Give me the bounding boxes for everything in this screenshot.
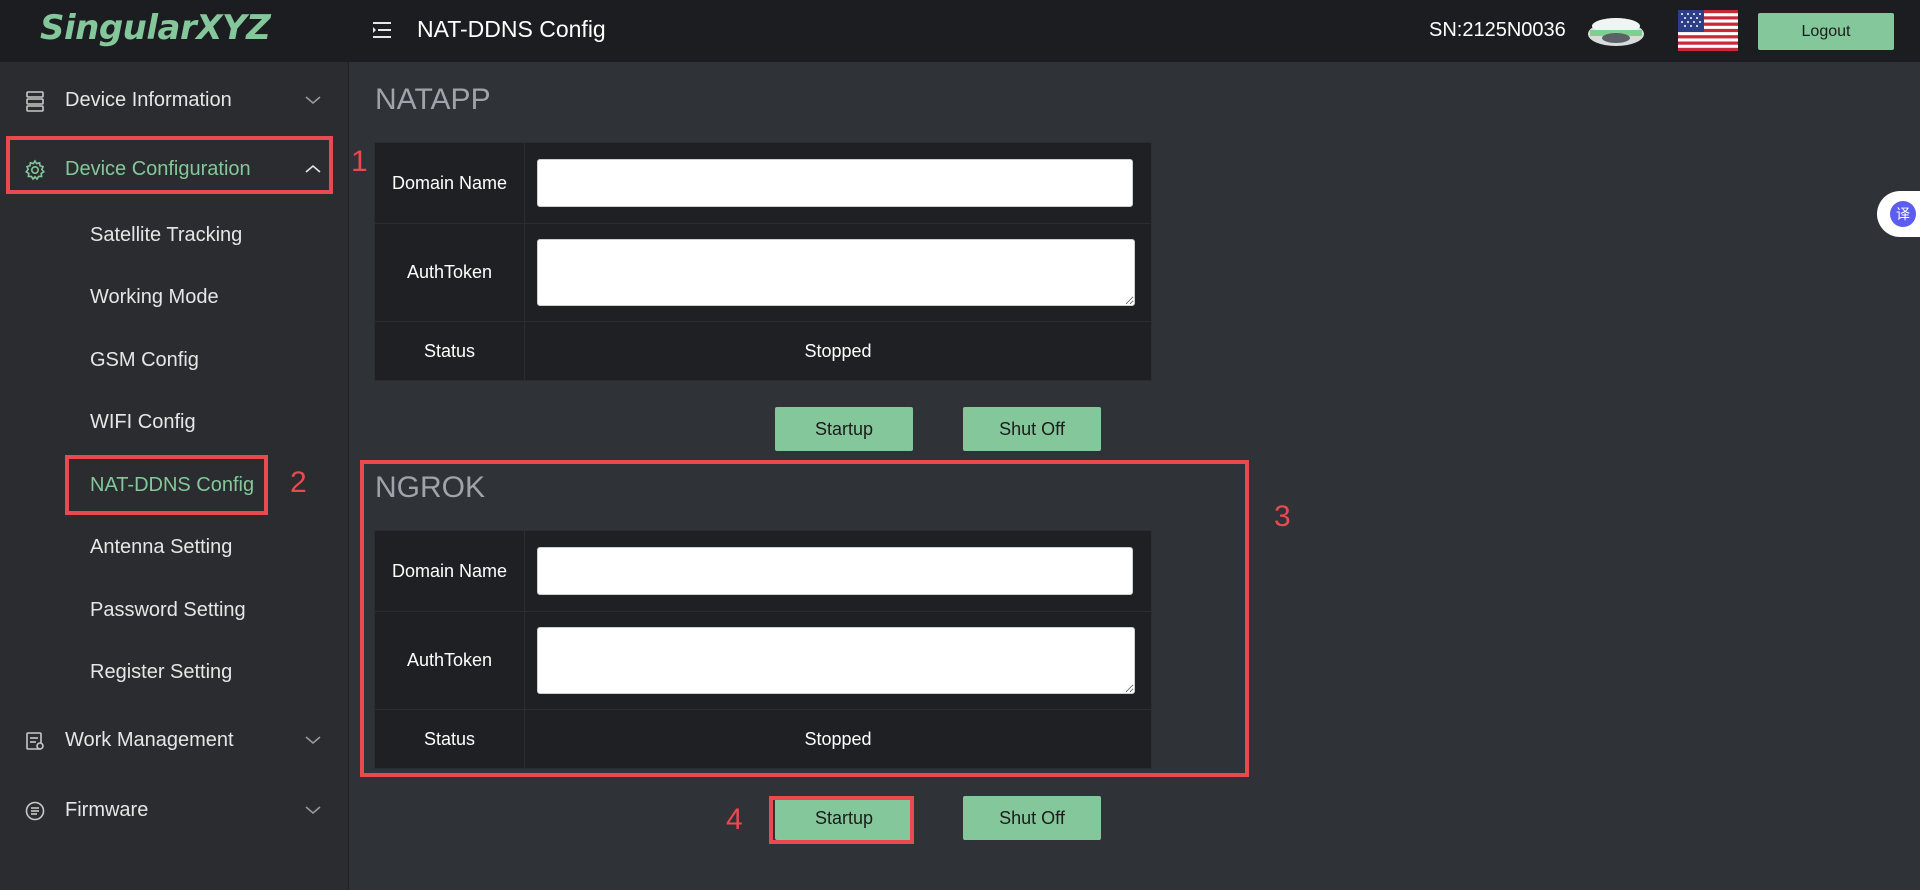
ngrok-authtoken-textarea[interactable] — [537, 627, 1135, 694]
sidebar-item-label: Device Configuration — [65, 158, 251, 180]
sidebar-subitem-gsm-config[interactable]: GSM Config — [0, 335, 349, 385]
page-title: NAT-DDNS Config — [417, 16, 606, 42]
natapp-status-value: Stopped — [524, 321, 1152, 381]
sidebar-subitem-label: GSM Config — [90, 349, 199, 371]
ngrok-domain-input[interactable] — [537, 547, 1133, 595]
natapp-status-label: Status — [374, 321, 525, 381]
receiver-device-icon — [1586, 16, 1646, 48]
ngrok-authtoken-label: AuthToken — [374, 611, 525, 710]
chevron-down-icon — [304, 93, 322, 107]
sidebar-subitem-satellite-tracking[interactable]: Satellite Tracking — [0, 210, 349, 260]
work-icon — [24, 730, 46, 752]
annotation-number-1: 1 — [351, 145, 368, 178]
ngrok-authtoken-cell — [524, 611, 1152, 710]
natapp-form-table: Domain Name AuthToken Status Stopped — [374, 142, 1152, 381]
sidebar-subitem-password-setting[interactable]: Password Setting — [0, 585, 349, 635]
natapp-authtoken-cell — [524, 223, 1152, 322]
sidebar-item-label: Firmware — [65, 799, 149, 821]
gear-icon — [24, 159, 46, 181]
sidebar-subitem-label: Register Setting — [90, 661, 233, 683]
sidebar-item-label: Work Management — [65, 729, 234, 751]
sidebar-item-work-management[interactable]: Work Management — [0, 711, 349, 769]
chevron-down-icon — [304, 733, 322, 747]
ngrok-status-value: Stopped — [524, 709, 1152, 769]
logout-button[interactable]: Logout — [1758, 13, 1894, 50]
server-icon — [24, 90, 46, 112]
ngrok-shutoff-button[interactable]: Shut Off — [963, 796, 1101, 840]
translate-icon: 译 — [1890, 201, 1916, 227]
serial-number: SN:2125N0036 — [1429, 19, 1566, 41]
sidebar-subitem-wifi-config[interactable]: WIFI Config — [0, 397, 349, 447]
sidebar-subitem-label: NAT-DDNS Config — [90, 474, 255, 496]
natapp-domain-label: Domain Name — [374, 142, 525, 224]
ngrok-status-label: Status — [374, 709, 525, 769]
sidebar-item-device-configuration[interactable]: Device Configuration — [0, 140, 349, 198]
natapp-section-title: NATAPP — [375, 83, 491, 116]
chevron-up-icon — [304, 162, 322, 176]
sidebar-subitem-antenna-setting[interactable]: Antenna Setting — [0, 522, 349, 572]
sidebar-subitem-label: Password Setting — [90, 599, 246, 621]
ngrok-startup-button[interactable]: Startup — [775, 796, 913, 840]
sidebar-subitem-label: WIFI Config — [90, 411, 196, 433]
natapp-authtoken-textarea[interactable] — [537, 239, 1135, 306]
top-header: SingularXYZ NAT-DDNS Config SN:2125N0036 — [0, 0, 1920, 62]
natapp-authtoken-label: AuthToken — [374, 223, 525, 322]
sidebar-subitem-label: Working Mode — [90, 286, 219, 308]
us-flag-language-icon[interactable] — [1678, 10, 1738, 51]
translate-float-button[interactable]: 译 — [1877, 191, 1920, 237]
sidebar-item-firmware[interactable]: Firmware — [0, 781, 349, 839]
ngrok-domain-cell — [524, 530, 1152, 612]
menu-toggle-icon[interactable] — [373, 20, 395, 40]
annotation-number-2: 2 — [290, 466, 307, 499]
ngrok-section-title: NGROK — [375, 471, 486, 504]
natapp-domain-cell — [524, 142, 1152, 224]
annotation-number-3: 3 — [1274, 500, 1291, 533]
sidebar-item-label: Device Information — [65, 89, 232, 111]
sidebar-item-device-information[interactable]: Device Information — [0, 71, 349, 129]
firmware-icon — [24, 800, 46, 822]
sidebar-subitem-working-mode[interactable]: Working Mode — [0, 272, 349, 322]
sidebar-subitem-label: Satellite Tracking — [90, 224, 243, 246]
sidebar-subitem-label: Antenna Setting — [90, 536, 233, 558]
sidebar-subitem-register-setting[interactable]: Register Setting — [0, 647, 349, 697]
ngrok-form-table: Domain Name AuthToken Status Stopped — [374, 530, 1152, 769]
annotation-number-4: 4 — [726, 803, 743, 836]
chevron-down-icon — [304, 803, 322, 817]
natapp-domain-input[interactable] — [537, 159, 1133, 207]
ngrok-domain-label: Domain Name — [374, 530, 525, 612]
brand-logo: SingularXYZ — [40, 8, 271, 48]
natapp-shutoff-button[interactable]: Shut Off — [963, 407, 1101, 451]
natapp-startup-button[interactable]: Startup — [775, 407, 913, 451]
